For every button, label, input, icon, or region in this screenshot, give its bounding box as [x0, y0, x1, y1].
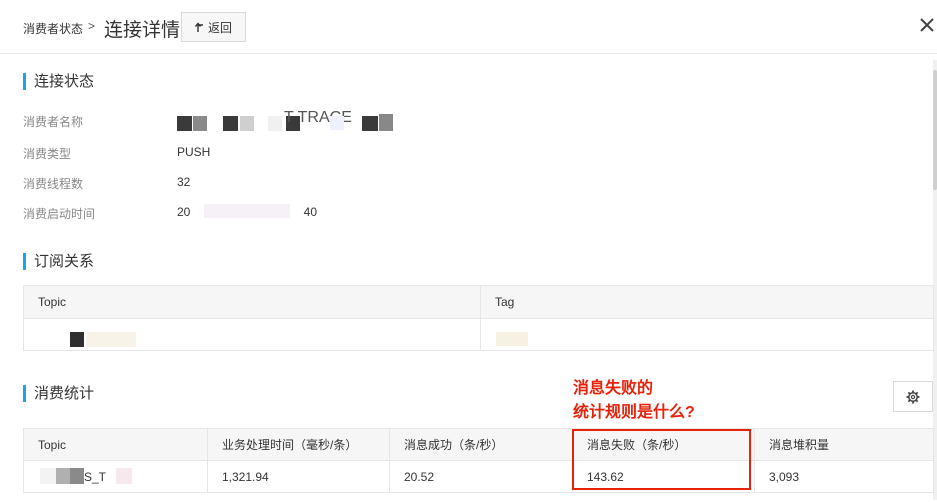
page-title: 连接详情 [104, 20, 181, 41]
table-header-row: Topic 业务处理时间（毫秒/条） 消息成功（条/秒） 消息失败（条/秒） 消… [23, 428, 934, 461]
subscription-table: Topic Tag [23, 285, 934, 351]
column-header-success-rate: 消息成功（条/秒） [389, 428, 573, 461]
redacted-block [56, 468, 70, 484]
redacted-block [85, 331, 136, 347]
table-row [23, 318, 934, 351]
subscription-topic-cell [23, 318, 481, 351]
back-button[interactable]: 返回 [181, 12, 246, 42]
redacted-block [70, 468, 84, 484]
settings-button[interactable] [893, 381, 933, 412]
consume-type-value: PUSH [177, 145, 211, 159]
consumer-name-label: 消费者名称 [23, 115, 84, 129]
consume-start-time-label: 消费启动时间 [23, 207, 96, 221]
redacted-block [40, 468, 56, 484]
column-header-tag: Tag [480, 285, 934, 319]
breadcrumb-consumer-status[interactable]: 消费者状态 [23, 20, 83, 37]
section-title-subscription: 订阅关系 [23, 253, 94, 270]
section-title-connection: 连接状态 [23, 73, 94, 90]
table-row: S_T 1,321.94 20.52 143.62 3,093 [23, 460, 934, 493]
consume-threads-value: 32 [177, 175, 191, 189]
table-header-row: Topic Tag [23, 285, 934, 319]
redacted-block [116, 468, 132, 484]
gear-icon [906, 390, 920, 403]
consume-threads-label: 消费线程数 [23, 177, 84, 191]
annotation-question: 消息失败的 统计规则是什么? [573, 380, 695, 421]
redacted-block [495, 331, 528, 346]
column-header-backlog: 消息堆积量 [754, 428, 934, 461]
page-header: 消费者状态 > 连接详情 返回 [0, 0, 937, 54]
consume-type-label: 消费类型 [23, 147, 72, 161]
scrollbar-thumb[interactable] [933, 70, 937, 190]
subscription-tag-cell [480, 318, 934, 351]
stats-process-time-cell: 1,321.94 [207, 460, 390, 493]
section-title-stats: 消费统计 [23, 385, 94, 402]
column-header-topic: Topic [23, 285, 481, 319]
close-icon[interactable] [918, 14, 937, 36]
breadcrumb-separator: > [88, 19, 96, 33]
redacted-block [69, 331, 84, 347]
column-header-topic: Topic [23, 428, 208, 461]
annotation-highlight-box [572, 429, 751, 490]
column-header-process-time: 业务处理时间（毫秒/条） [207, 428, 390, 461]
stats-table: Topic 业务处理时间（毫秒/条） 消息成功（条/秒） 消息失败（条/秒） 消… [23, 428, 934, 493]
stats-backlog-cell: 3,093 [754, 460, 934, 493]
back-arrow-icon [194, 21, 203, 32]
redacted-block [204, 204, 290, 218]
back-button-label: 返回 [207, 20, 232, 35]
stats-success-cell: 20.52 [389, 460, 573, 493]
